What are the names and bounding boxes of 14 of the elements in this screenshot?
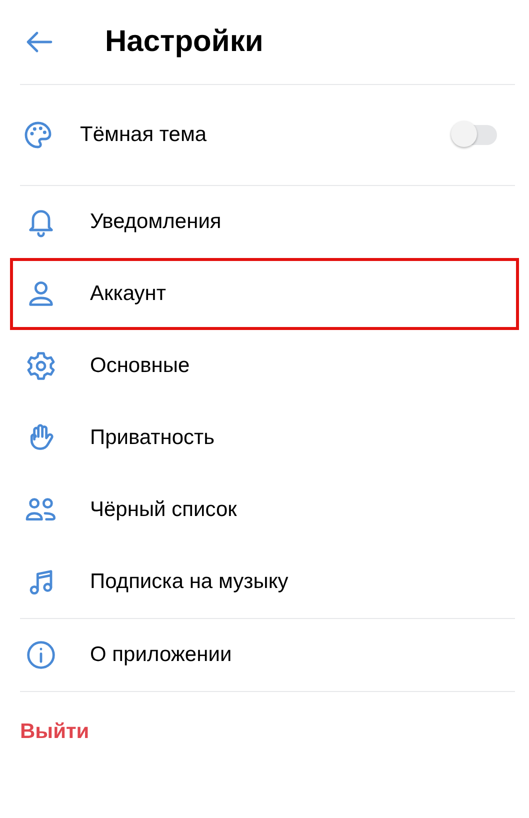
palette-icon <box>22 119 54 151</box>
dark-theme-label: Тёмная тема <box>80 123 208 147</box>
settings-item[interactable]: Приватность <box>10 402 519 474</box>
back-icon[interactable] <box>25 31 53 53</box>
settings-item[interactable]: О приложении <box>10 619 519 691</box>
settings-item[interactable]: Уведомления <box>10 186 519 258</box>
settings-item[interactable]: Подписка на музыку <box>10 546 519 618</box>
settings-item[interactable]: Основные <box>10 330 519 402</box>
settings-item[interactable]: Аккаунт <box>10 258 519 330</box>
settings-item[interactable]: Чёрный список <box>10 474 519 546</box>
settings-icon <box>25 350 57 382</box>
info-icon <box>25 639 57 671</box>
logout-link[interactable]: Выйти <box>0 692 90 744</box>
page-title: Настройки <box>105 25 264 59</box>
